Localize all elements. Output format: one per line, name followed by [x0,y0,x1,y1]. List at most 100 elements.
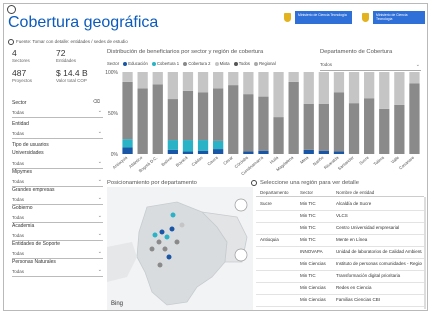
table-row[interactable]: Min TIC Centro Universidad empresarial [256,223,424,235]
grandes-empresas-select[interactable]: Todas ⌄ [12,177,103,187]
bar-segment[interactable] [197,140,209,151]
bar-segment[interactable] [182,90,194,141]
legend-item[interactable]: Cobertura 2 [188,61,210,66]
bar-segment[interactable] [213,88,224,141]
sector-select[interactable]: Todas ⌄ [12,108,103,118]
legend-item[interactable]: Regional [259,61,276,66]
kpi-label: Sectores [12,58,30,63]
legend-item[interactable]: Educación [128,61,148,66]
entidad-select[interactable]: Todas ⌄ [12,129,103,139]
bar-segment[interactable] [303,149,314,154]
filter-label-sector: Sector [12,100,27,106]
column-header[interactable]: Sector [300,190,313,195]
bar-segment[interactable] [243,94,254,152]
extra-select[interactable]: Todas ⌄ [12,267,103,277]
stacked-bar-chart[interactable]: 100%50%0%Antioquia AtlánticoBogotá D.C. Bo… [104,68,426,180]
bar-segment[interactable] [394,72,405,105]
chevron-down-icon: ⌄ [97,213,102,219]
x-tick-label: Tolima [372,155,385,167]
legend-swatch [183,61,188,66]
bar-segment[interactable] [167,72,178,100]
bar-segment[interactable] [379,108,390,154]
bar-segment[interactable] [243,151,254,154]
bar-segment[interactable] [409,83,420,154]
bar-segment[interactable] [273,117,284,154]
chevron-down-icon: ⌄ [97,267,102,273]
bar-segment[interactable] [348,72,360,104]
bar-segment[interactable] [394,104,405,154]
gobierno-select[interactable]: Todas ⌄ [12,195,103,205]
bar-segment[interactable] [122,139,133,148]
map-canvas[interactable]: Bing [107,187,253,310]
bar-segment[interactable] [318,72,329,104]
bar-segment[interactable] [182,72,194,91]
bar-segment[interactable] [137,72,148,89]
bar-segment[interactable] [288,72,299,82]
bar-segment[interactable] [122,147,133,154]
eraser-icon[interactable]: ⌫ [93,99,100,105]
legend-item[interactable]: Todos [239,61,250,66]
table-row[interactable]: INNOVAPA Unidad de laboratorios de Calida… [256,247,424,259]
dept-select[interactable]: Todos ⌄ [320,62,421,71]
bar-segment[interactable] [182,151,194,154]
bar-segment[interactable] [258,96,269,151]
bar-segment[interactable] [182,140,194,152]
bar-segment[interactable] [167,149,178,154]
bar-segment[interactable] [348,103,360,154]
bar-segment[interactable] [258,72,269,97]
table-row[interactable]: Min Ciencias Instituto de personas comuni… [256,259,424,271]
bar-segment[interactable] [228,72,239,86]
column-header[interactable]: Nombre de entidad [336,190,374,195]
table-row[interactable]: Min Ciencias Familias Ciencias CBI [256,295,424,307]
bar-segment[interactable] [318,103,329,151]
bar-segment[interactable] [167,99,178,141]
entidades-soporte-select[interactable]: Todas ⌄ [12,231,103,241]
legend-swatch [214,61,219,66]
map[interactable]: Bing [107,187,253,310]
x-tick-label: Caldas [190,155,203,167]
bar-segment[interactable] [197,72,209,93]
bar-segment[interactable] [333,72,345,93]
bar-segment[interactable] [137,88,148,154]
info-icon[interactable] [8,39,14,45]
bar-segment[interactable] [303,72,314,104]
bar-segment[interactable] [122,72,133,82]
bar-segment[interactable] [318,150,329,154]
academia-select[interactable]: Todas ⌄ [12,213,103,223]
legend-item[interactable]: Cobertura 1 [157,61,179,66]
bar-segment[interactable] [197,92,209,141]
mipymes-select[interactable]: Todas ⌄ [12,159,103,169]
table-row[interactable]: Min Ciencias Redes en Ciencia [256,283,424,295]
legend-item[interactable]: Mixta [220,61,230,66]
chevron-down-icon: ⌄ [97,195,102,201]
info-icon[interactable] [251,180,257,186]
cell-entity-name: Instituto de personas comunidades - Regi… [336,261,422,266]
bar-segment[interactable] [333,151,345,154]
table-row[interactable]: Antioquia Min TIC Mente en Línea [256,235,424,247]
table-row[interactable]: Min TIC VLCS [256,211,424,223]
bar-segment[interactable] [379,72,390,109]
bar-segment[interactable] [228,85,239,154]
personas-naturales-select[interactable]: Todas ⌄ [12,249,103,259]
table-scrollbar[interactable] [424,197,426,309]
bar-segment[interactable] [288,81,299,154]
bar-segment[interactable] [152,84,163,154]
bar-segment[interactable] [409,72,420,84]
bar-segment[interactable] [152,72,163,85]
bar-segment[interactable] [122,81,133,140]
column-header[interactable]: Departamento [260,190,289,195]
bar-segment[interactable] [213,140,224,150]
bar-segment[interactable] [167,140,178,150]
bar-segment[interactable] [197,150,209,154]
bar-segment[interactable] [258,150,269,154]
table-row[interactable]: Min TIC Transformación digital prioritari… [256,271,424,283]
bar-segment[interactable] [364,98,375,154]
bar-segment[interactable] [273,72,284,118]
bar-segment[interactable] [213,72,224,89]
bar-segment[interactable] [243,72,254,95]
bar-segment[interactable] [303,103,314,150]
bar-segment[interactable] [213,149,224,154]
bar-segment[interactable] [364,72,375,99]
bar-segment[interactable] [333,92,345,152]
table-row[interactable]: Sucre Min TIC Alcaldía de Sucre [256,199,424,211]
